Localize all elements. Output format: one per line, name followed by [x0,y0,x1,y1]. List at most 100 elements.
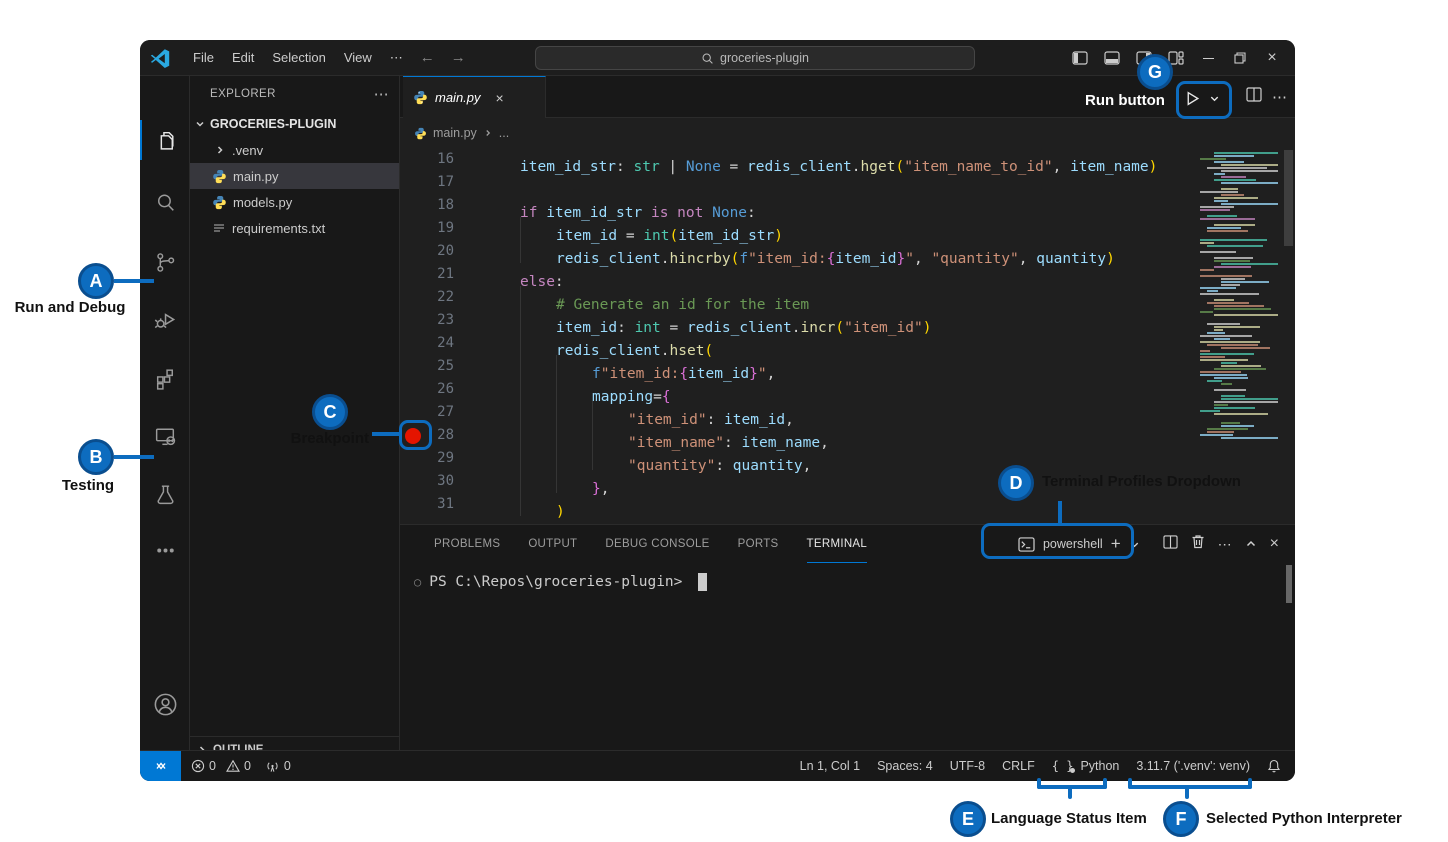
menu-selection[interactable]: Selection [263,46,334,70]
breakpoint-margin[interactable] [400,148,426,171]
terminal-profiles-highlight-box [981,523,1134,559]
file-label: main.py [233,169,279,184]
code-line-19[interactable]: 19item_id = int(item_id_str) [400,217,1295,240]
breakpoint-margin[interactable] [400,240,426,263]
code-line-23[interactable]: 23item_id: int = redis_client.incr("item… [400,309,1295,332]
tab-main-py[interactable]: main.py × [403,76,546,118]
nav-back-icon[interactable]: ← [412,49,443,66]
tab-close-icon[interactable]: × [496,90,504,106]
code-line-26[interactable]: 26mapping={ [400,378,1295,401]
file-tree-item-requirements-txt[interactable]: requirements.txt [190,215,399,241]
file-tree-item--venv[interactable]: .venv [190,137,399,163]
minimap[interactable] [1200,152,1282,452]
breakpoint-margin[interactable] [400,332,426,355]
code-line-18[interactable]: 18if item_id_str is not None: [400,194,1295,217]
code-line-27[interactable]: 27"item_id": item_id, [400,401,1295,424]
code-line-20[interactable]: 20redis_client.hincrby(f"item_id:{item_i… [400,240,1295,263]
ports-status[interactable]: 0 [265,759,291,773]
breakpoint-margin[interactable] [400,171,426,194]
toggle-primary-sidebar-icon[interactable] [1067,46,1093,70]
code-text: redis_client.hset( [484,332,713,355]
terminal-area[interactable]: ○ PS C:\Repos\groceries-plugin> [414,573,707,591]
search-icon [701,52,714,65]
breakpoint-margin[interactable] [400,493,426,516]
breakpoint-margin[interactable] [400,447,426,470]
breakpoint-margin[interactable] [400,217,426,240]
split-terminal-icon[interactable] [1163,535,1178,554]
editor-more-actions-icon[interactable]: ⋯ [1272,88,1287,106]
breakpoint-margin[interactable] [400,263,426,286]
file-tree-item-main-py[interactable]: main.py [190,163,399,189]
code-line-31[interactable]: 31) [400,493,1295,516]
problems-status[interactable]: 0 0 [191,759,251,773]
cursor-position[interactable]: Ln 1, Col 1 [800,759,860,773]
breakpoint-margin[interactable] [400,378,426,401]
split-editor-icon[interactable] [1246,87,1262,107]
minimize-button[interactable] [1195,46,1221,70]
panel-tab-terminal[interactable]: TERMINAL [807,525,868,563]
eol-sequence[interactable]: CRLF [1002,759,1035,773]
explorer-icon[interactable] [140,120,190,160]
python-interpreter[interactable]: 3.11.7 ('.venv': venv) [1136,759,1250,773]
breakpoint-margin[interactable] [400,355,426,378]
annotation-g-label: Run button [1085,92,1165,109]
line-number: 20 [426,240,454,263]
accounts-icon[interactable] [140,684,190,724]
breadcrumb-symbol[interactable]: ... [499,126,509,140]
panel-tab-debug-console[interactable]: DEBUG CONSOLE [605,525,709,563]
source-control-icon[interactable] [140,242,190,282]
menu-more-icon[interactable]: ⋯ [381,46,412,70]
remote-explorer-icon[interactable] [140,416,190,456]
code-line-29[interactable]: 29"quantity": quantity, [400,447,1295,470]
code-line-25[interactable]: 25f"item_id:{item_id}", [400,355,1295,378]
code-line-28[interactable]: 28"item_name": item_name, [400,424,1295,447]
kill-terminal-trash-icon[interactable] [1191,534,1205,554]
command-center-search[interactable]: groceries-plugin [535,46,975,70]
line-number: 29 [426,447,454,470]
panel-more-actions-icon[interactable]: ⋯ [1218,536,1232,553]
testing-icon[interactable] [140,474,190,514]
panel-tab-ports[interactable]: PORTS [738,525,779,563]
error-count: 0 [209,759,216,773]
explorer-more-icon[interactable]: ⋯ [374,85,389,103]
activity-more-icon[interactable] [140,530,190,570]
panel-tab-output[interactable]: OUTPUT [528,525,577,563]
breadcrumbs[interactable]: main.py ... [400,118,1295,148]
encoding[interactable]: UTF-8 [950,759,985,773]
code-editor[interactable]: 16item_id_str: str | None = redis_client… [400,148,1295,524]
close-button[interactable]: × [1259,46,1285,70]
screenshot-canvas: File Edit Selection View ⋯ ← → groceries… [0,0,1448,842]
breadcrumb-file[interactable]: main.py [433,126,477,140]
nav-forward-icon[interactable]: → [443,49,474,66]
breakpoint-margin[interactable] [400,470,426,493]
restore-button[interactable] [1227,46,1253,70]
breakpoint-margin[interactable] [400,286,426,309]
code-line-22[interactable]: 22# Generate an id for the item [400,286,1295,309]
line-number: 22 [426,286,454,309]
bell-icon[interactable] [1267,759,1281,774]
maximize-panel-chevron-icon[interactable] [1245,538,1257,550]
menu-file[interactable]: File [184,46,223,70]
root-folder-row[interactable]: GROCERIES-PLUGIN [190,111,399,137]
language-status-item[interactable]: { } Python [1052,759,1120,773]
terminal-scrollbar[interactable] [1286,565,1292,603]
menu-view[interactable]: View [335,46,381,70]
editor-scrollbar[interactable] [1284,150,1293,246]
indentation[interactable]: Spaces: 4 [877,759,933,773]
code-lines: 16item_id_str: str | None = redis_client… [400,148,1295,516]
run-and-debug-icon[interactable] [140,300,190,340]
chevron-right-icon [483,128,493,138]
vscode-logo-icon [150,48,170,68]
annotation-c-circle: C [312,394,348,430]
menu-edit[interactable]: Edit [223,46,263,70]
close-panel-icon[interactable]: × [1270,535,1279,553]
toggle-panel-icon[interactable] [1099,46,1125,70]
extensions-icon[interactable] [140,358,190,398]
breakpoint-margin[interactable] [400,194,426,217]
remote-indicator[interactable] [140,751,181,781]
file-tree-item-models-py[interactable]: models.py [190,189,399,215]
search-view-icon[interactable] [140,182,190,222]
breakpoint-margin[interactable] [400,309,426,332]
panel-tab-problems[interactable]: PROBLEMS [434,525,500,563]
code-line-16[interactable]: 16item_id_str: str | None = redis_client… [400,148,1295,171]
